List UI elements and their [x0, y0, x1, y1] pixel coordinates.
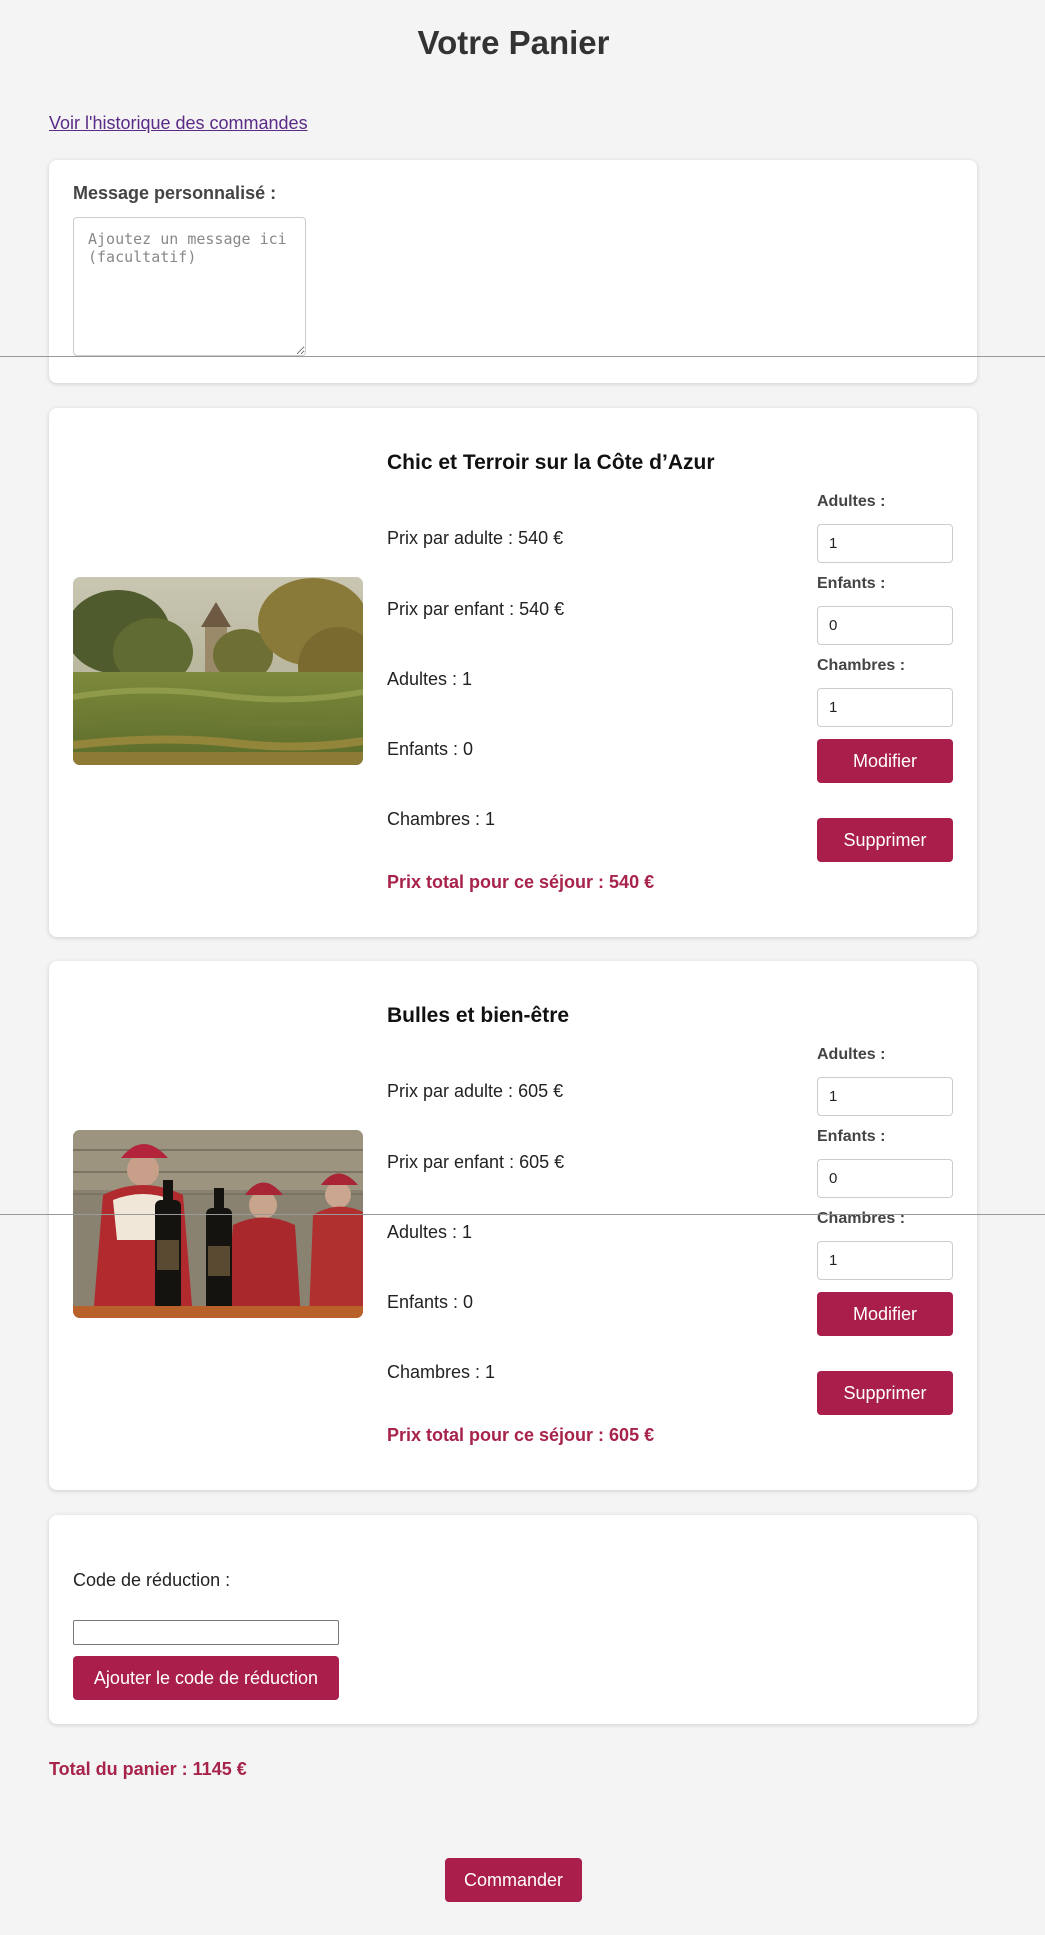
delete-button[interactable]: Supprimer — [817, 818, 953, 862]
rooms-field-label: Chambres : — [817, 657, 906, 674]
rooms-input[interactable] — [817, 1241, 953, 1280]
adults-count-text: Adultes : 1 — [387, 669, 473, 689]
adults-count-text: Adultes : 1 — [387, 1222, 473, 1242]
adults-field-label: Adultes : — [817, 1046, 886, 1063]
trip-title: Bulles et bien-être — [387, 1004, 570, 1027]
page-divider-line — [0, 356, 1045, 357]
modify-button[interactable]: Modifier — [817, 739, 953, 783]
discount-card: Code de réduction : Ajouter le code de r… — [49, 1515, 977, 1724]
children-count-text: Enfants : 0 — [387, 1292, 474, 1312]
children-field-label: Enfants : — [817, 1128, 886, 1145]
rooms-input[interactable] — [817, 688, 953, 727]
custom-message-label: Message personnalisé : — [73, 183, 277, 203]
order-button[interactable]: Commander — [445, 1858, 582, 1902]
rooms-field-label: Chambres : — [817, 1210, 906, 1227]
trip-total-price: Prix total pour ce séjour : 605 € — [387, 1425, 655, 1445]
trip-title: Chic et Terroir sur la Côte d’Azur — [387, 451, 715, 474]
children-input[interactable] — [817, 606, 953, 645]
children-field-label: Enfants : — [817, 575, 886, 592]
price-per-child: Prix par enfant : 605 € — [387, 1152, 565, 1172]
vineyard-photo-image — [73, 577, 363, 765]
page-divider-line — [0, 1214, 1045, 1215]
price-per-adult: Prix par adulte : 605 € — [387, 1081, 564, 1101]
rooms-count-text: Chambres : 1 — [387, 809, 496, 829]
add-discount-button[interactable]: Ajouter le code de réduction — [73, 1656, 339, 1700]
adults-input[interactable] — [817, 524, 953, 563]
children-count-text: Enfants : 0 — [387, 739, 474, 759]
discount-code-label: Code de réduction : — [73, 1570, 231, 1590]
adults-input[interactable] — [817, 1077, 953, 1116]
order-history-link[interactable]: Voir l'historique des commandes — [49, 113, 308, 134]
cart-item-card: Bulles et bien-être Prix par adulte : 60… — [49, 961, 977, 1490]
page-title: Votre Panier — [417, 24, 610, 61]
adults-field-label: Adultes : — [817, 493, 886, 510]
delete-button[interactable]: Supprimer — [817, 1371, 953, 1415]
cart-item-card: Chic et Terroir sur la Côte d’Azur Prix … — [49, 408, 977, 937]
modify-button[interactable]: Modifier — [817, 1292, 953, 1336]
discount-code-input[interactable] — [73, 1620, 339, 1645]
custom-message-card: Message personnalisé : — [49, 160, 977, 383]
price-per-child: Prix par enfant : 540 € — [387, 599, 565, 619]
cart-total: Total du panier : 1145 € — [49, 1759, 247, 1779]
champagne-bottles-photo-image — [73, 1130, 363, 1318]
price-per-adult: Prix par adulte : 540 € — [387, 528, 564, 548]
custom-message-textarea[interactable] — [73, 217, 306, 356]
rooms-count-text: Chambres : 1 — [387, 1362, 496, 1382]
children-input[interactable] — [817, 1159, 953, 1198]
trip-total-price: Prix total pour ce séjour : 540 € — [387, 872, 655, 892]
